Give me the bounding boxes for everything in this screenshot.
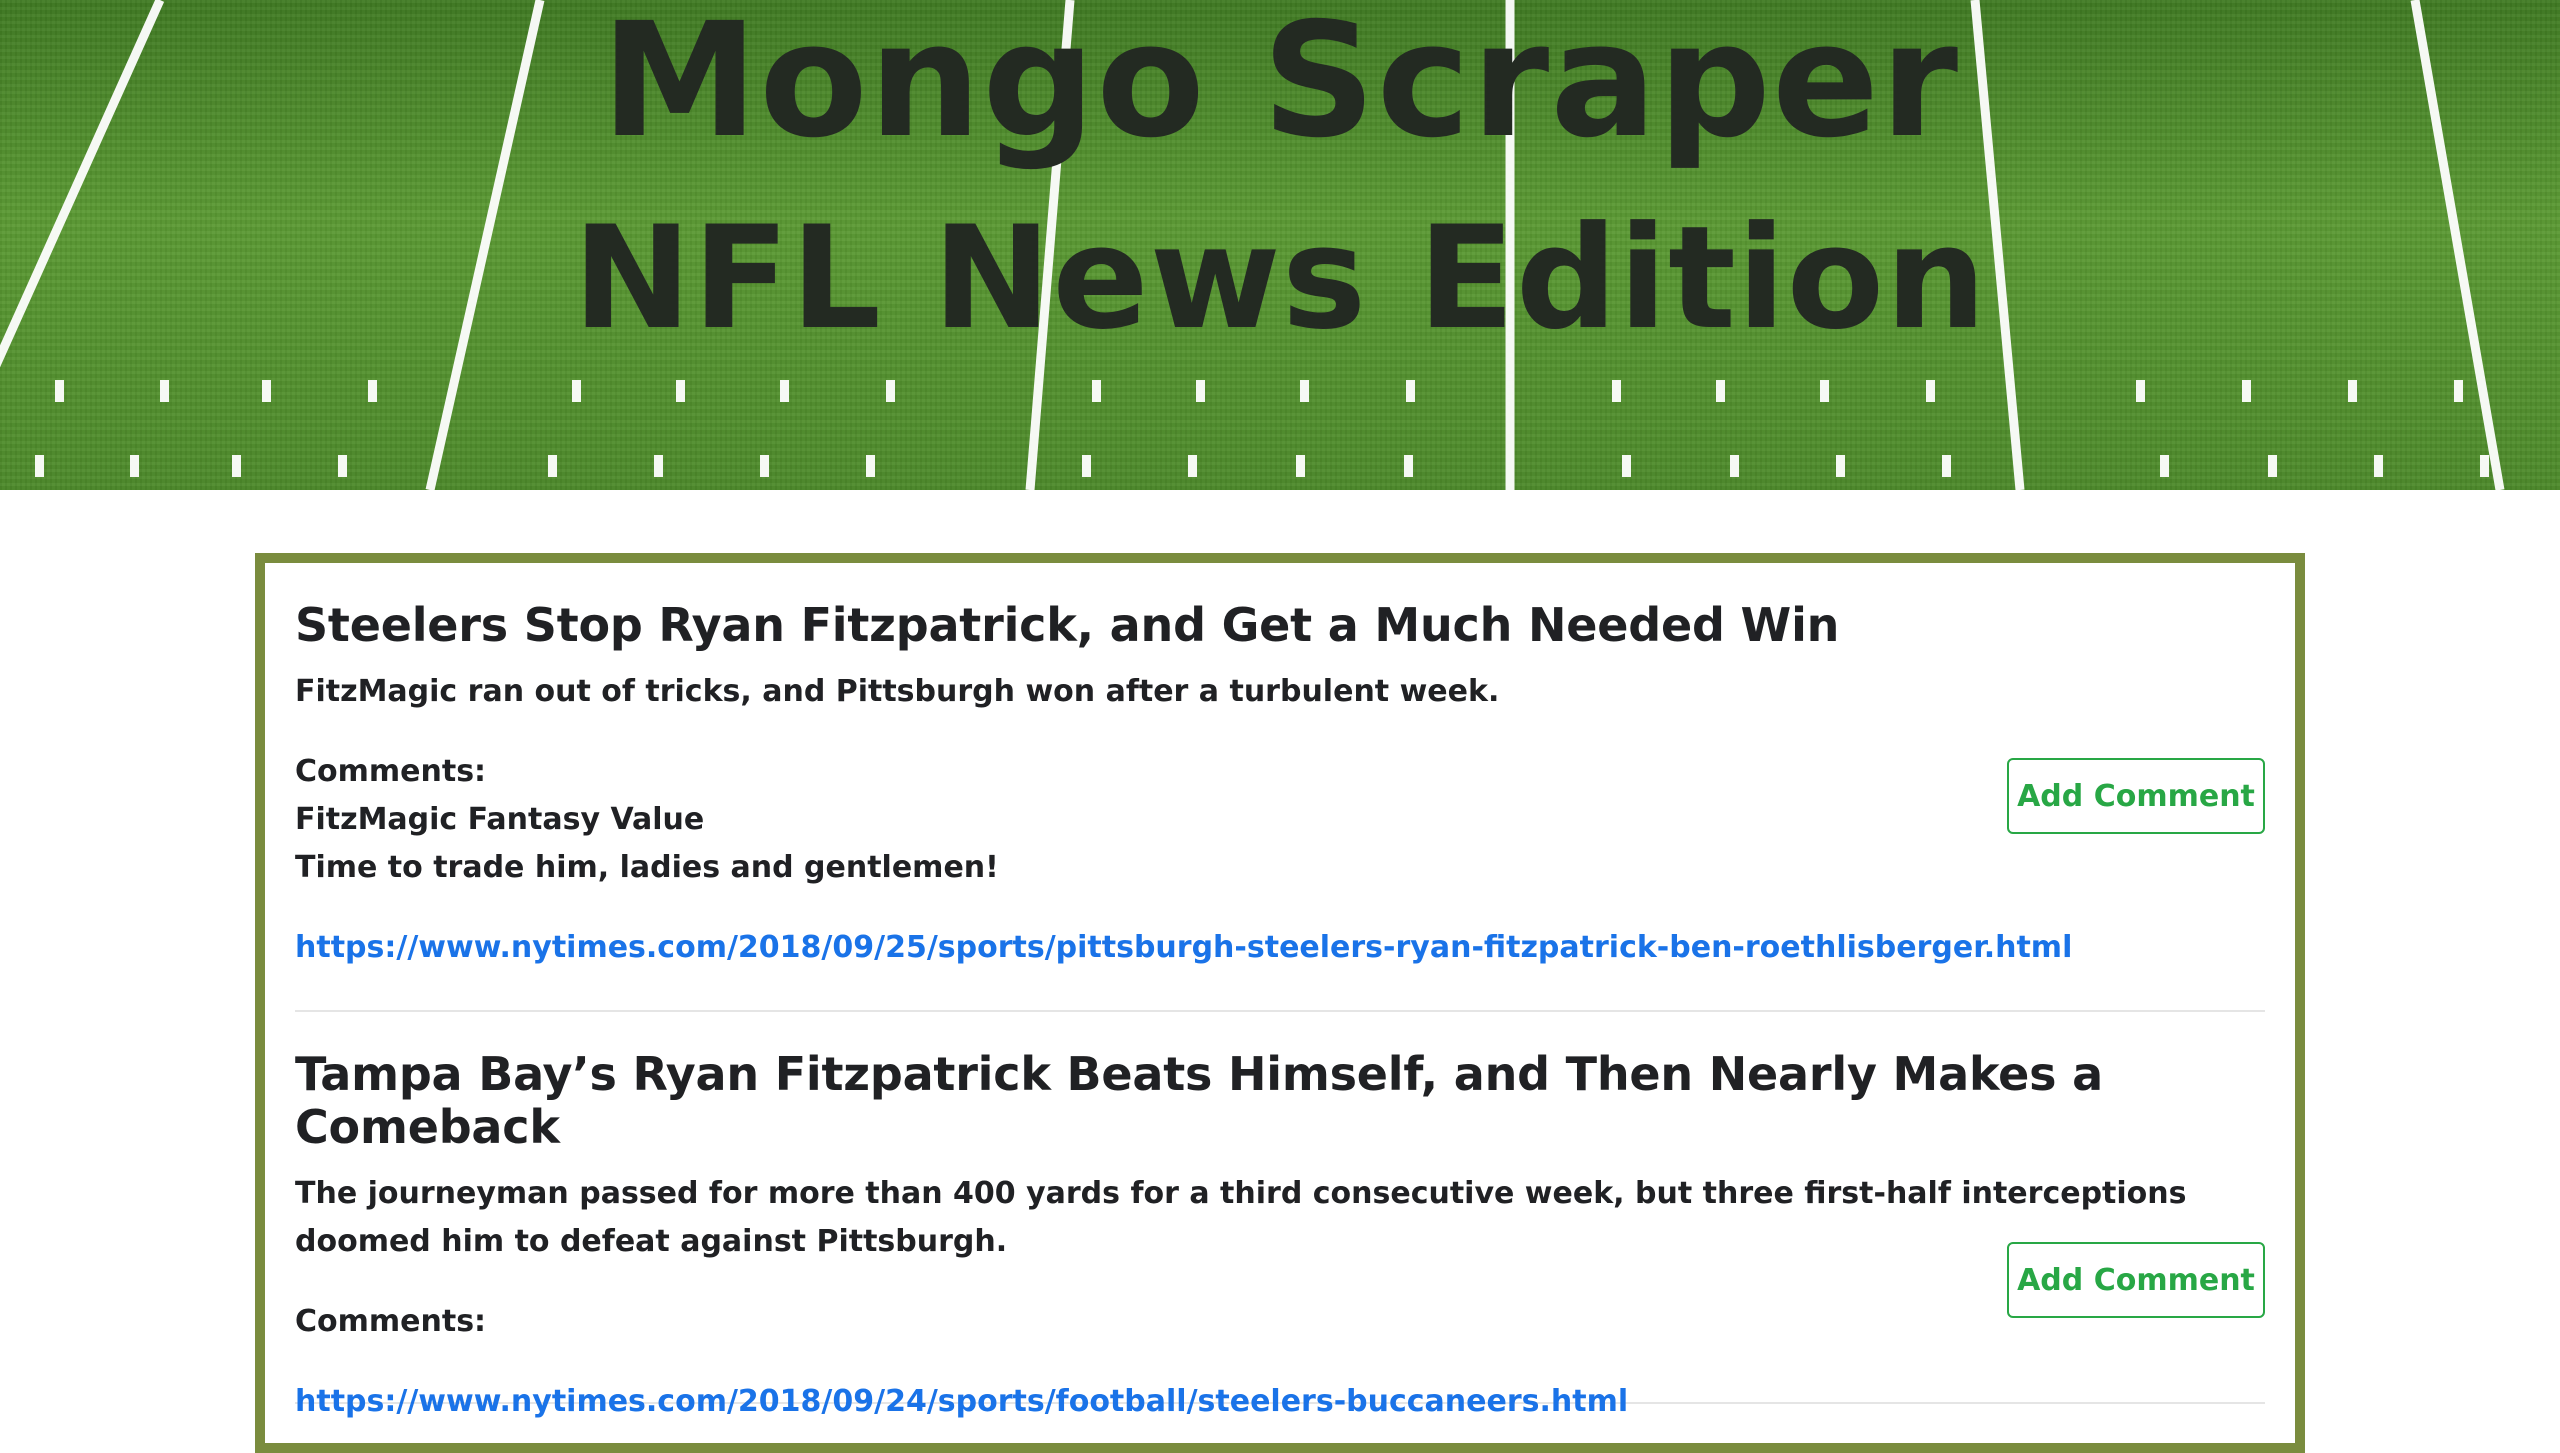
hash-mark <box>1836 455 1845 477</box>
hash-mark <box>338 455 347 477</box>
add-comment-button[interactable]: Add Comment <box>2007 758 2265 834</box>
hash-mark <box>1082 455 1091 477</box>
article-title: Tampa Bay’s Ryan Fitzpatrick Beats Himse… <box>295 1047 2103 1154</box>
hash-mark <box>654 455 663 477</box>
hash-mark <box>160 380 169 402</box>
hash-mark <box>368 380 377 402</box>
hash-mark <box>760 455 769 477</box>
article-item: Tampa Bay’s Ryan Fitzpatrick Beats Himse… <box>295 1012 2265 1419</box>
hash-mark <box>1188 455 1197 477</box>
hash-mark <box>676 380 685 402</box>
hash-mark <box>55 380 64 402</box>
comments-section: Comments: <box>295 1298 2265 1346</box>
comment-item: Time to trade him, ladies and gentlemen! <box>295 849 999 885</box>
hash-mark <box>1196 380 1205 402</box>
hash-mark <box>1612 380 1621 402</box>
hash-mark <box>1296 455 1305 477</box>
comments-label: Comments: <box>295 1303 487 1339</box>
article-summary: FitzMagic ran out of tricks, and Pittsbu… <box>295 673 1500 709</box>
hash-mark <box>130 455 139 477</box>
hash-mark <box>262 380 271 402</box>
hash-mark <box>1942 455 1951 477</box>
hash-mark <box>886 380 895 402</box>
article-link[interactable]: https://www.nytimes.com/2018/09/25/sport… <box>295 924 2265 972</box>
hash-mark <box>1300 380 1309 402</box>
article-title: Steelers Stop Ryan Fitzpatrick, and Get … <box>295 598 1840 652</box>
hash-marks <box>35 380 2489 477</box>
hash-mark <box>2480 455 2489 477</box>
hash-mark <box>1406 380 1415 402</box>
hash-mark <box>2242 380 2251 402</box>
article-item: Steelers Stop Ryan Fitzpatrick, and Get … <box>295 563 2265 1012</box>
hash-mark <box>1404 455 1413 477</box>
hash-mark <box>1092 380 1101 402</box>
hash-mark <box>2136 380 2145 402</box>
comments-section: Comments: FitzMagic Fantasy Value Time t… <box>295 748 2265 892</box>
hash-mark <box>1730 455 1739 477</box>
comment-item: FitzMagic Fantasy Value <box>295 801 705 837</box>
hash-mark <box>2160 455 2169 477</box>
hash-mark <box>1622 455 1631 477</box>
add-comment-button[interactable]: Add Comment <box>2007 1242 2265 1318</box>
hash-mark <box>1926 380 1935 402</box>
hash-mark <box>2374 455 2383 477</box>
page-title: Mongo Scraper <box>600 0 1960 173</box>
articles-card: Steelers Stop Ryan Fitzpatrick, and Get … <box>255 553 2305 1453</box>
hash-mark <box>35 455 44 477</box>
article-link[interactable]: https://www.nytimes.com/2018/09/24/sport… <box>295 1378 2265 1426</box>
hash-mark <box>548 455 557 477</box>
hash-mark <box>1716 380 1725 402</box>
hash-mark <box>2348 380 2357 402</box>
hash-mark <box>1820 380 1829 402</box>
hash-mark <box>2454 380 2463 402</box>
hash-mark <box>866 455 875 477</box>
hash-mark <box>780 380 789 402</box>
hash-mark <box>572 380 581 402</box>
header-banner: Mongo Scraper NFL News Edition <box>0 0 2560 490</box>
article-summary: The journeyman passed for more than 400 … <box>295 1175 2187 1259</box>
page-subtitle: NFL News Edition <box>572 196 1988 361</box>
hash-mark <box>2268 455 2277 477</box>
comments-label: Comments: <box>295 753 487 789</box>
hash-mark <box>232 455 241 477</box>
